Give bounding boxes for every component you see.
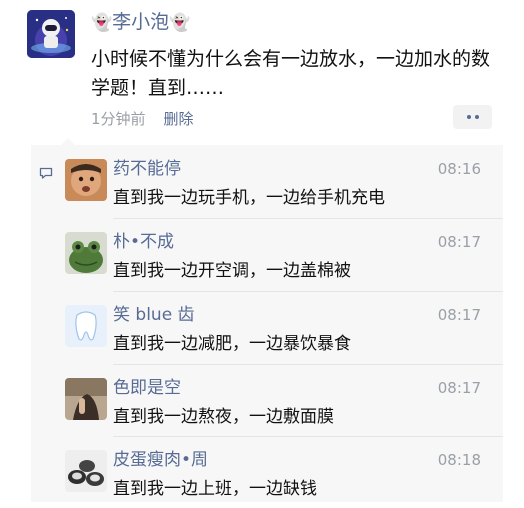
comment-item[interactable]: 朴•不成 08:17 直到我一边开空调，一边盖棉被 bbox=[31, 218, 503, 290]
comment-item[interactable]: 色即是空 08:17 直到我一边熬夜，一边敷面膜 bbox=[31, 364, 503, 436]
post-meta: 1分钟前 删除 bbox=[91, 108, 194, 129]
comment-item[interactable]: 药不能停 08:16 直到我一边玩手机，一边给手机充电 bbox=[31, 145, 503, 217]
commenter-name[interactable]: 朴•不成 bbox=[113, 231, 174, 253]
commenter-avatar[interactable] bbox=[65, 305, 107, 347]
comment-item[interactable]: 笑 blue 齿 08:17 直到我一边减肥，一边暴饮暴食 bbox=[31, 291, 503, 363]
commenter-name[interactable]: 药不能停 bbox=[113, 158, 181, 180]
commenter-avatar[interactable] bbox=[65, 378, 107, 420]
commenter-name[interactable]: 色即是空 bbox=[113, 377, 181, 399]
dot-icon bbox=[474, 115, 479, 119]
comment-time: 08:17 bbox=[437, 379, 481, 397]
dot-icon bbox=[466, 115, 471, 119]
comment-time: 08:16 bbox=[437, 160, 481, 178]
comment-time: 08:17 bbox=[437, 306, 481, 324]
comment-text: 直到我一边玩手机，一边给手机充电 bbox=[113, 188, 385, 208]
ghost-emoji-icon: 👻 bbox=[91, 13, 113, 33]
post-text: 小时候不懂为什么会有一边放水，一边加水的数学题！直到…… bbox=[91, 48, 491, 99]
comment-text: 直到我一边熬夜，一边敷面膜 bbox=[113, 407, 334, 427]
commenter-name[interactable]: 皮蛋瘦肉•周 bbox=[113, 449, 208, 471]
delete-link[interactable]: 删除 bbox=[164, 110, 194, 128]
comment-text: 直到我一边开空调，一边盖棉被 bbox=[113, 261, 351, 281]
commenter-avatar[interactable] bbox=[65, 159, 107, 201]
more-options-button[interactable] bbox=[453, 105, 492, 129]
comment-time: 08:17 bbox=[437, 233, 481, 251]
commenter-avatar[interactable] bbox=[65, 232, 107, 274]
commenter-avatar[interactable] bbox=[65, 450, 107, 492]
author-name-text: 李小泡 bbox=[112, 11, 170, 33]
comment-item[interactable]: 皮蛋瘦肉•周 08:18 直到我一边上班，一边缺钱 bbox=[31, 436, 503, 508]
comment-text: 直到我一边减肥，一边暴饮暴食 bbox=[113, 334, 351, 354]
post-time: 1分钟前 bbox=[91, 110, 146, 128]
commenter-name[interactable]: 笑 blue 齿 bbox=[113, 304, 195, 326]
author-avatar[interactable] bbox=[27, 10, 75, 58]
comment-text: 直到我一边上班，一边缺钱 bbox=[113, 479, 317, 499]
ghost-emoji-icon: 👻 bbox=[169, 13, 191, 33]
post-author-name[interactable]: 👻李小泡👻 bbox=[91, 10, 190, 35]
comment-time: 08:18 bbox=[437, 451, 481, 469]
